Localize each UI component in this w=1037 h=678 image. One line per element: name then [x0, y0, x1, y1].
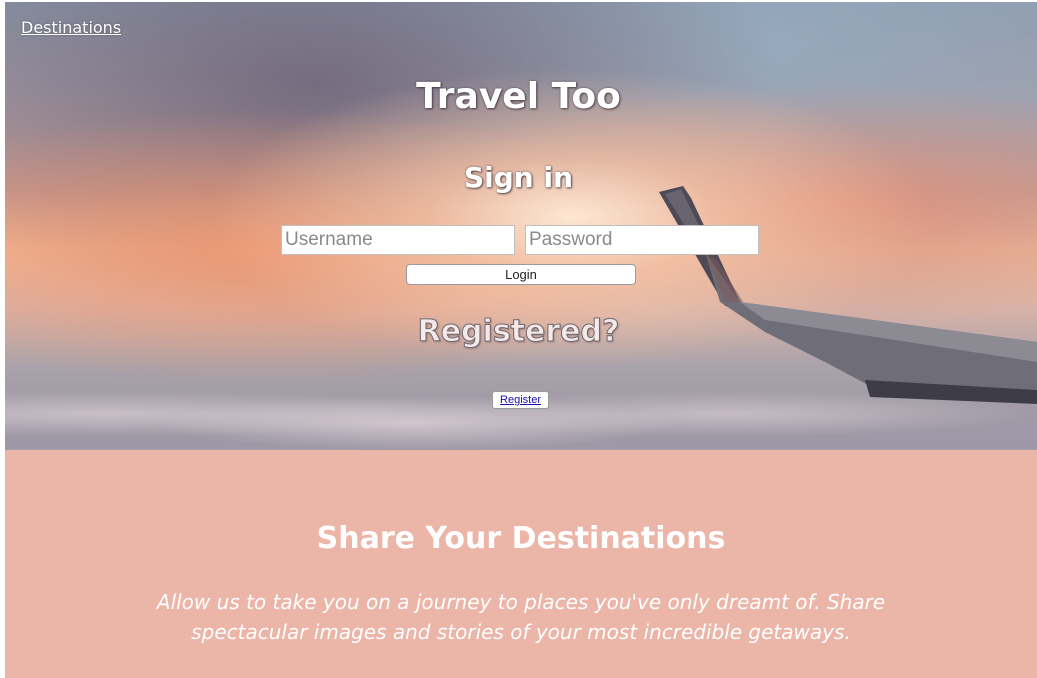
share-description: Allow us to take you on a journey to pla… — [156, 590, 886, 644]
username-input[interactable] — [281, 225, 515, 255]
page: Destinations Travel Too Sign in Login Re… — [0, 0, 1037, 678]
sign-in-heading: Sign in — [463, 161, 574, 194]
airplane-wing-image — [659, 186, 1037, 404]
share-title: Share Your Destinations — [316, 521, 726, 556]
registered-heading: Registered? — [417, 314, 620, 350]
destinations-link[interactable]: Destinations — [21, 18, 121, 37]
register-button[interactable]: Register — [492, 391, 549, 409]
site-title: Travel Too — [416, 76, 621, 117]
hero-section — [5, 2, 1037, 450]
password-input[interactable] — [525, 225, 759, 255]
share-section: Share Your Destinations Allow us to take… — [5, 450, 1037, 678]
login-button[interactable]: Login — [406, 264, 636, 285]
